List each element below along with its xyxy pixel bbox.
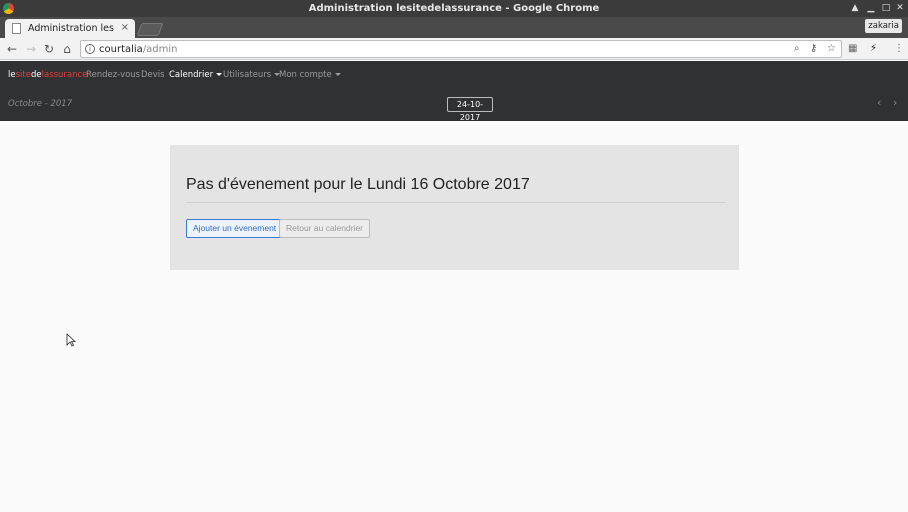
tab-title: Administration lesit xyxy=(28,23,114,34)
window-close-icon[interactable]: ✕ xyxy=(894,2,906,14)
window-maximize-icon[interactable]: □ xyxy=(880,2,892,14)
window-up-icon[interactable]: ▲ xyxy=(849,2,861,14)
brand-part-site: site xyxy=(15,70,31,80)
extension-plug-icon[interactable]: ⚡ xyxy=(870,43,877,54)
nav-item-devis[interactable]: Devis xyxy=(141,70,165,80)
nav-item-utilisateurs-label: Utilisateurs xyxy=(223,70,272,80)
window-title: Administration lesitedelassurance - Goog… xyxy=(308,3,600,14)
next-month-icon[interactable]: › xyxy=(893,96,897,109)
browser-tab[interactable]: Administration lesit × xyxy=(5,19,135,38)
extension-icon[interactable]: ▦ xyxy=(848,43,857,54)
window-titlebar: Administration lesitedelassurance - Goog… xyxy=(0,0,908,17)
mouse-cursor-icon xyxy=(66,333,76,347)
zoom-icon[interactable]: ⌕ xyxy=(794,43,800,54)
nav-item-calendrier-label: Calendrier xyxy=(169,70,214,80)
reload-icon[interactable]: ↻ xyxy=(42,41,56,57)
new-tab-button[interactable] xyxy=(136,23,164,36)
brand-part-le: le xyxy=(8,70,16,80)
nav-item-calendrier[interactable]: Calendrier xyxy=(169,70,223,80)
page-favicon-icon xyxy=(12,23,21,34)
back-arrow-icon[interactable]: ← xyxy=(5,41,19,57)
profile-button[interactable]: zakaria xyxy=(865,19,902,33)
forward-arrow-icon[interactable]: → xyxy=(24,41,38,57)
prev-month-icon[interactable]: ‹ xyxy=(877,96,881,109)
window-minimize-icon[interactable]: ▁ xyxy=(865,2,877,14)
page-title: Pas d'évenement pour le Lundi 16 Octobre… xyxy=(186,176,530,193)
brand-part-de: de xyxy=(30,70,42,80)
chrome-menu-icon[interactable]: ⋮ xyxy=(894,43,904,54)
home-icon[interactable]: ⌂ xyxy=(60,41,74,57)
nav-item-utilisateurs[interactable]: Utilisateurs xyxy=(223,70,281,80)
nav-item-rendez-vous[interactable]: Rendez-vous xyxy=(86,70,140,80)
date-picker[interactable]: 24-10-2017 xyxy=(447,97,493,122)
bookmark-star-icon[interactable]: ☆ xyxy=(827,43,836,54)
no-event-panel: Pas d'évenement pour le Lundi 16 Octobre… xyxy=(170,145,739,270)
address-bar[interactable]: i courtalia/admin ⌕ ⚷ ☆ xyxy=(80,40,842,58)
tab-close-icon[interactable]: × xyxy=(121,22,129,33)
url-host: courtalia xyxy=(99,44,143,55)
chevron-down-icon xyxy=(216,73,223,76)
back-to-calendar-button[interactable]: Retour au calendrier xyxy=(279,219,371,238)
info-icon[interactable]: i xyxy=(85,44,95,54)
divider xyxy=(186,202,726,203)
url-text: courtalia/admin xyxy=(99,44,178,55)
browser-toolbar: ← → ↻ ⌂ i courtalia/admin ⌕ ⚷ ☆ ▦ ⚡ ⋮ xyxy=(0,38,908,60)
url-path: /admin xyxy=(142,44,178,55)
nav-item-mon-compte[interactable]: Mon compte xyxy=(279,70,341,80)
brand-part-lassurance: lassurance xyxy=(41,70,88,80)
app-navbar: lesitedelassurance Rendez-vous Devis Cal… xyxy=(0,61,908,122)
add-event-button[interactable]: Ajouter un évenement xyxy=(186,219,284,238)
tab-strip: Administration lesit × zakaria xyxy=(0,17,908,38)
brand-logo[interactable]: lesitedelassurance xyxy=(8,70,87,80)
key-icon[interactable]: ⚷ xyxy=(810,43,817,54)
current-month-label: Octobre - 2017 xyxy=(8,99,73,109)
nav-item-mon-compte-label: Mon compte xyxy=(279,70,332,80)
chevron-down-icon xyxy=(334,73,341,76)
